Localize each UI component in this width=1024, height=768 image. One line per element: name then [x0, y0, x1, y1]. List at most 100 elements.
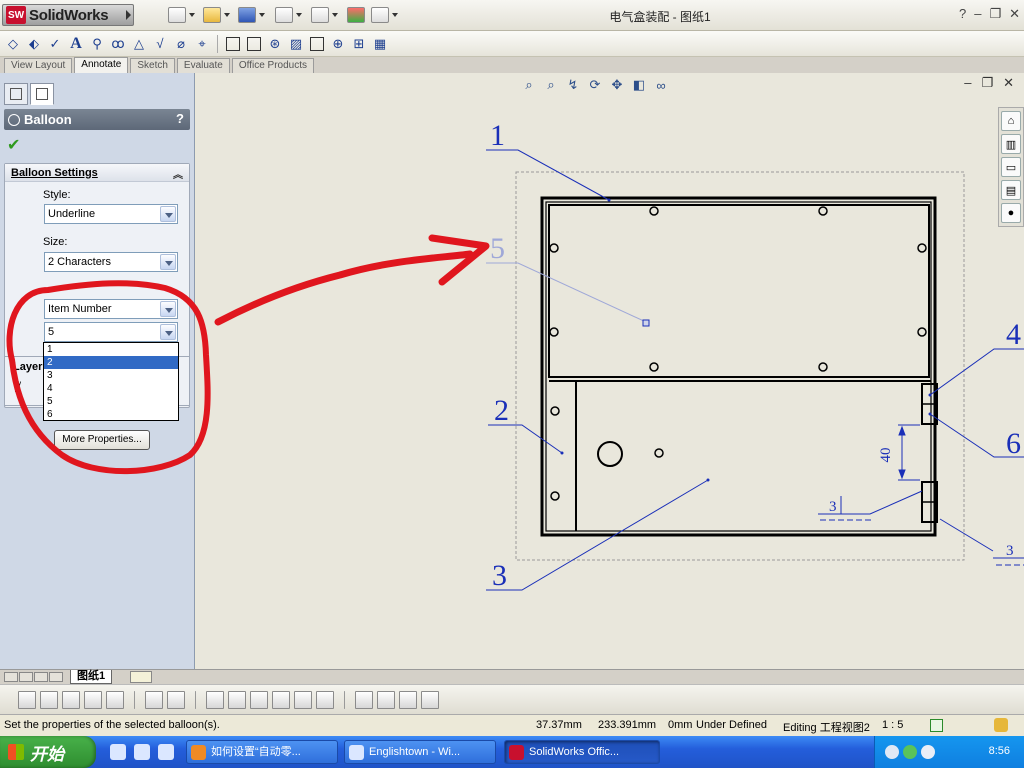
- upper-panel[interactable]: [548, 204, 930, 378]
- area-hatch-icon[interactable]: ▨: [287, 35, 305, 53]
- align-icon[interactable]: [145, 690, 163, 709]
- dropdown-option-selected[interactable]: 2: [44, 356, 178, 369]
- show-desktop-icon[interactable]: [110, 744, 126, 760]
- hole-callout-icon[interactable]: ⌀: [172, 35, 190, 53]
- tab-evaluate[interactable]: Evaluate: [176, 58, 230, 73]
- help-icon[interactable]: ?: [959, 6, 966, 22]
- drawing-canvas[interactable]: ⌕ ⌕ ↯ ⟳ ✥ ◧ ∞ – ❐ ✕ ⌂ ▥ ▭ ▤ ● 40 3 3 1 5…: [196, 73, 1024, 669]
- cable-hole[interactable]: [597, 441, 623, 467]
- ok-button[interactable]: ✔: [7, 135, 20, 155]
- line-thickness-icon[interactable]: [62, 690, 80, 709]
- taskbar-item-englishtown[interactable]: Englishtown - Wi...: [344, 740, 496, 764]
- prev-sheet-icon[interactable]: [19, 672, 33, 682]
- chevron-down-icon[interactable]: [160, 324, 176, 340]
- close-icon[interactable]: ✕: [1009, 6, 1020, 22]
- group-icon[interactable]: [167, 690, 185, 709]
- last-sheet-icon[interactable]: [49, 672, 63, 682]
- item-number-dropdown-list[interactable]: 1 2 3 4 5 6: [43, 342, 179, 421]
- property-manager-tab[interactable]: [30, 83, 54, 105]
- hide-show-edges-icon[interactable]: [106, 690, 124, 709]
- align-bottom-icon[interactable]: [272, 690, 290, 709]
- dropdown-option[interactable]: 6: [44, 408, 178, 421]
- dropdown-option[interactable]: 4: [44, 382, 178, 395]
- line-color-icon[interactable]: [40, 690, 58, 709]
- datum-target-icon[interactable]: [245, 35, 263, 53]
- dropdown-option[interactable]: 1: [44, 343, 178, 356]
- balloon-text-select[interactable]: Item Number: [44, 299, 178, 319]
- align-top-icon[interactable]: [250, 690, 268, 709]
- centerline-icon[interactable]: ⊞: [350, 35, 368, 53]
- balloon-1[interactable]: 1: [490, 119, 505, 152]
- center-icon[interactable]: [421, 690, 439, 709]
- dropdown-option[interactable]: 3: [44, 369, 178, 382]
- solidworks-menu-button[interactable]: SW SolidWorks: [2, 4, 134, 26]
- balloon-5[interactable]: 5: [490, 232, 505, 265]
- next-sheet-icon[interactable]: [34, 672, 48, 682]
- ie-icon[interactable]: [134, 744, 150, 760]
- enclosure-outline[interactable]: [540, 196, 937, 537]
- dimension-40[interactable]: [898, 424, 920, 481]
- first-sheet-icon[interactable]: [4, 672, 18, 682]
- note-icon[interactable]: A: [67, 35, 85, 53]
- align-vertical-icon[interactable]: [316, 690, 334, 709]
- balloon-2[interactable]: 2: [494, 394, 509, 427]
- options-button[interactable]: [371, 6, 398, 24]
- tab-annotate[interactable]: Annotate: [74, 57, 129, 73]
- datum-feature-icon[interactable]: [224, 35, 242, 53]
- volume-icon[interactable]: [921, 745, 935, 759]
- new-document-button[interactable]: [168, 6, 195, 24]
- start-button[interactable]: 开始: [0, 736, 96, 768]
- line-style-icon[interactable]: [84, 690, 102, 709]
- tab-view-layout[interactable]: View Layout: [4, 58, 73, 73]
- chevron-down-icon[interactable]: [160, 254, 176, 270]
- messenger-icon[interactable]: [903, 745, 917, 759]
- space-evenly-icon[interactable]: [355, 690, 373, 709]
- balloon-5-attach-point[interactable]: [642, 319, 650, 327]
- feature-tree-tab[interactable]: [4, 83, 28, 105]
- collapse-icon[interactable]: ︽: [173, 166, 183, 181]
- undo-button[interactable]: [311, 6, 338, 24]
- open-button[interactable]: [203, 6, 230, 24]
- taskbar-item-solidworks[interactable]: SolidWorks Offic...: [504, 740, 660, 764]
- spell-check-icon[interactable]: ✓: [46, 35, 64, 53]
- weld-symbol-icon[interactable]: √: [151, 35, 169, 53]
- more-properties-button[interactable]: More Properties...: [54, 430, 150, 450]
- dropdown-option[interactable]: 5: [44, 395, 178, 408]
- space-across-icon[interactable]: [377, 690, 395, 709]
- item-number-select[interactable]: 5: [44, 322, 178, 342]
- revision-icon[interactable]: [308, 35, 326, 53]
- network-icon[interactable]: [885, 745, 899, 759]
- help-icon[interactable]: ?: [176, 111, 184, 126]
- layer-properties-icon[interactable]: [18, 690, 36, 709]
- balloon-6[interactable]: 6: [1006, 427, 1021, 460]
- block-icon[interactable]: ⊛: [266, 35, 284, 53]
- model-items-icon[interactable]: ⬖: [25, 35, 43, 53]
- align-left-icon[interactable]: [206, 690, 224, 709]
- balloon-4[interactable]: 4: [1006, 318, 1021, 351]
- sheet-tab[interactable]: 图纸1: [70, 670, 113, 684]
- print-button[interactable]: [275, 6, 302, 24]
- smart-dimension-icon[interactable]: ◇: [4, 35, 22, 53]
- tab-sketch[interactable]: Sketch: [130, 58, 175, 73]
- balloon-icon[interactable]: ⚲: [88, 35, 106, 53]
- space-down-icon[interactable]: [399, 690, 417, 709]
- tab-office-products[interactable]: Office Products: [231, 58, 315, 73]
- style-select[interactable]: Underline: [44, 204, 178, 224]
- align-right-icon[interactable]: [228, 690, 246, 709]
- rebuild-button[interactable]: [347, 6, 365, 24]
- geometric-tolerance-icon[interactable]: ⌖: [193, 35, 211, 53]
- restore-icon[interactable]: ❐: [989, 6, 1001, 22]
- help-status-icon[interactable]: [930, 719, 943, 732]
- media-icon[interactable]: [158, 744, 174, 760]
- save-button[interactable]: [238, 6, 265, 24]
- surface-finish-icon[interactable]: △: [130, 35, 148, 53]
- auto-balloon-icon[interactable]: ꝏ: [109, 35, 127, 53]
- taskbar-item-browser[interactable]: 如何设置“自动零...: [186, 740, 338, 764]
- tag-icon[interactable]: [994, 718, 1008, 732]
- chevron-down-icon[interactable]: [160, 206, 176, 222]
- table-icon[interactable]: ▦: [371, 35, 389, 53]
- size-select[interactable]: 2 Characters: [44, 252, 178, 272]
- chevron-down-icon[interactable]: [160, 301, 176, 317]
- balloon-3[interactable]: 3: [492, 559, 507, 592]
- balloon-settings-header[interactable]: Balloon Settings ︽: [5, 164, 189, 182]
